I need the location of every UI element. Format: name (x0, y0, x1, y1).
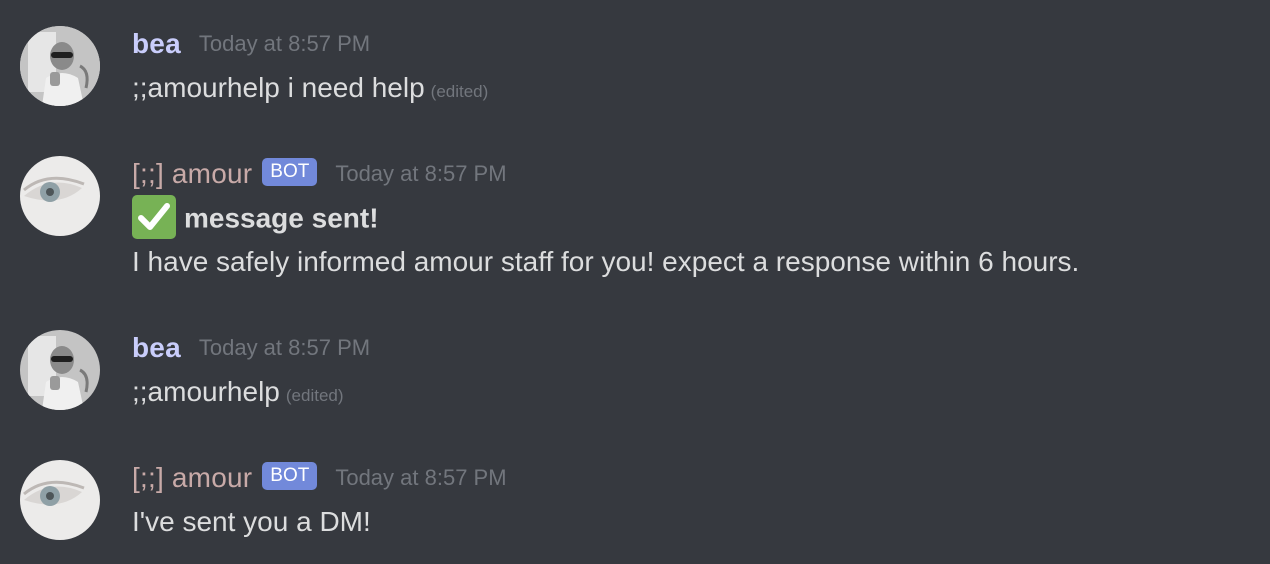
avatar-amour[interactable] (20, 460, 100, 540)
message-text: ;;amourhelp i need help (132, 72, 425, 103)
edited-label: (edited) (430, 82, 489, 101)
timestamp[interactable]: Today at 8:57 PM (199, 335, 370, 361)
message-header: bea Today at 8:57 PM (132, 26, 370, 62)
bot-tag: BOT (262, 462, 318, 490)
message-text: I have safely informed amour staff for y… (132, 246, 1080, 277)
message-text: ;;amourhelp (132, 376, 280, 407)
message-title: message sent! (184, 202, 379, 234)
user-photo-icon (20, 26, 100, 106)
timestamp[interactable]: Today at 8:57 PM (335, 161, 506, 187)
edited-label: (edited) (285, 386, 344, 405)
check-mark-button-icon (132, 195, 176, 239)
avatar-amour[interactable] (20, 156, 100, 236)
chat-messages: bea Today at 8:57 PM ;;amourhelp i need … (0, 0, 1270, 564)
timestamp[interactable]: Today at 8:57 PM (335, 465, 506, 491)
message-content: I've sent you a DM! (132, 504, 371, 540)
message-header: bea Today at 8:57 PM (132, 330, 370, 366)
message-content: ;;amourhelp i need help (edited) (132, 70, 488, 110)
message-content: ;;amourhelp (edited) (132, 374, 344, 414)
message-text: I've sent you a DM! (132, 506, 371, 537)
user-photo-icon (20, 330, 100, 410)
eye-photo-icon (20, 460, 100, 540)
username[interactable]: [;;] amour (132, 462, 252, 494)
timestamp[interactable]: Today at 8:57 PM (199, 31, 370, 57)
bot-tag: BOT (262, 158, 318, 186)
message-title-line: message sent! (132, 195, 379, 242)
eye-photo-icon (20, 156, 100, 236)
avatar-bea[interactable] (20, 330, 100, 410)
message-header: [;;] amour BOT Today at 8:57 PM (132, 156, 507, 192)
username[interactable]: [;;] amour (132, 158, 252, 190)
username[interactable]: bea (132, 28, 181, 60)
message-header: [;;] amour BOT Today at 8:57 PM (132, 460, 507, 496)
message-content: I have safely informed amour staff for y… (132, 244, 1079, 280)
avatar-bea[interactable] (20, 26, 100, 106)
username[interactable]: bea (132, 332, 181, 364)
